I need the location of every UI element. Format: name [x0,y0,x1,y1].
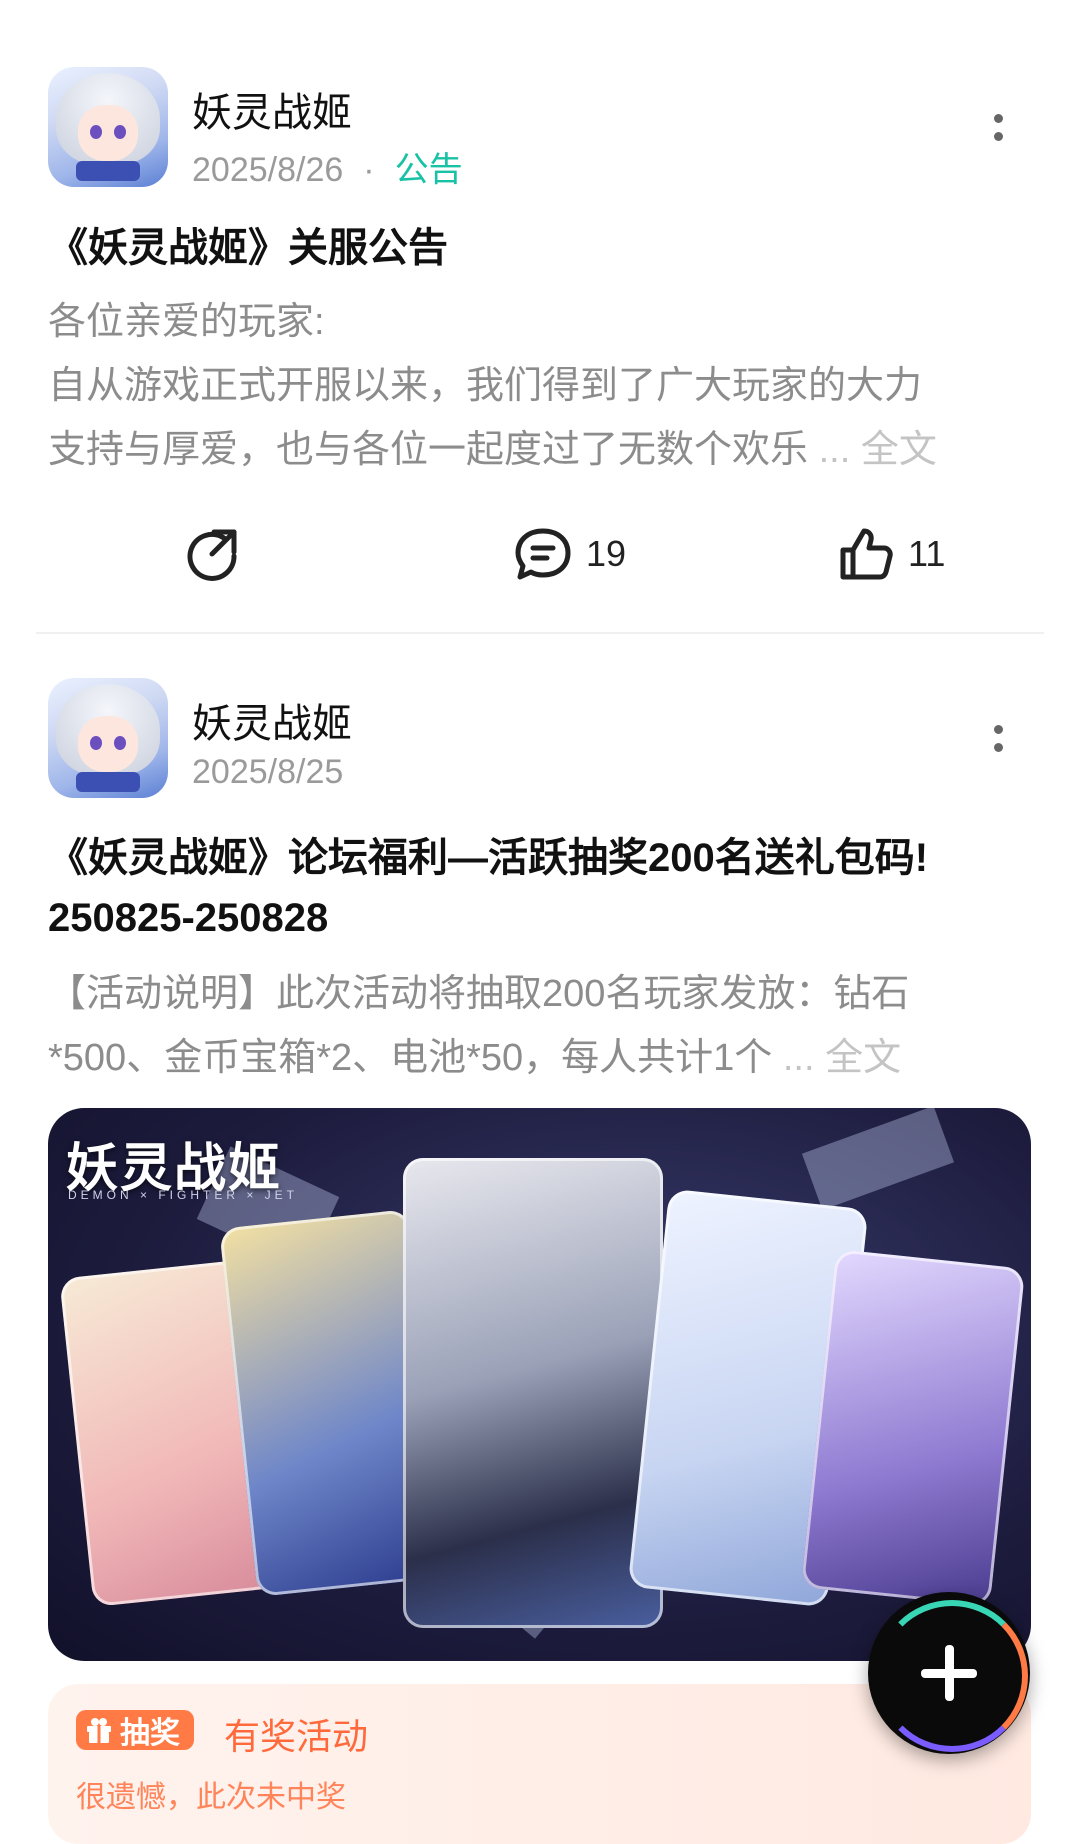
author-avatar[interactable] [48,67,168,187]
title-line: 《妖灵战姬》论坛福利—活跃抽奖200名送礼包码! [48,836,929,880]
post-excerpt[interactable]: 各位亲爱的玩家: 自从游戏正式开服以来，我们得到了广大玩家的大力 支持与厚爱，也… [48,290,1038,482]
excerpt-line: 【活动说明】此次活动将抽取200名玩家发放：钻石 [48,973,910,1015]
author-avatar[interactable] [48,678,168,798]
excerpt-line: 支持与厚爱，也与各位一起度过了无数个欢乐 ... 全文 [48,429,937,471]
post-meta: 2025/8/26 · 公告 [192,142,463,191]
comment-count: 19 [586,533,627,574]
like-icon [840,528,893,580]
excerpt-line: *500、金币宝箱*2、电池*50，每人共计1个 ... 全文 [48,1037,902,1079]
post-actions: 19 11 [0,524,1080,584]
excerpt-line: 自从游戏正式开服以来，我们得到了广大玩家的大力 [48,365,923,407]
promo-title: 有奖活动 [224,1716,369,1757]
comment-icon [515,528,571,580]
share-icon [187,529,237,581]
promo-result: 很遗憾，此次未中奖 [76,1781,346,1814]
share-button[interactable] [184,524,240,584]
author-name[interactable]: 妖灵战姬 [192,80,352,138]
excerpt-line: 各位亲爱的玩家: [48,301,325,343]
like-count: 11 [908,533,946,574]
post-date: 2025/8/25 [192,753,344,791]
title-line: 250825-250828 [48,896,329,940]
create-post-button[interactable] [868,1592,1030,1754]
more-vertical-icon[interactable] [992,114,1004,150]
post-date: 2025/8/26 [192,151,344,189]
post-tag[interactable]: 公告 [395,151,463,189]
gift-icon [87,1718,111,1743]
post-divider [36,632,1044,634]
post-meta: 2025/8/25 [192,753,343,792]
post-title[interactable]: 《妖灵战姬》论坛福利—活跃抽奖200名送礼包码! 250825-250828 [48,828,1028,948]
comment-button[interactable]: 19 [514,524,626,584]
post-title[interactable]: 《妖灵战姬》关服公告 [48,218,1028,278]
meta-separator: · [363,151,375,189]
more-vertical-icon[interactable] [992,725,1004,761]
post-image-banner[interactable]: 妖灵战姬 DEMON × FIGHTER × JET [48,1108,1031,1661]
author-name[interactable]: 妖灵战姬 [192,691,352,749]
post-card-1[interactable]: 妖灵战姬 2025/8/26 · 公告 《妖灵战姬》关服公告 各位亲爱的玩家: 自从… [0,0,1080,640]
like-button[interactable]: 11 [838,524,945,584]
full-text-link[interactable]: 全文 [861,429,937,471]
banner-logo-subtext: DEMON × FIGHTER × JET [68,1188,299,1202]
full-text-link[interactable]: 全文 [825,1037,901,1079]
lottery-badge: 抽奖 [76,1710,194,1750]
post-excerpt[interactable]: 【活动说明】此次活动将抽取200名玩家发放：钻石 *500、金币宝箱*2、电池*… [48,962,1038,1090]
